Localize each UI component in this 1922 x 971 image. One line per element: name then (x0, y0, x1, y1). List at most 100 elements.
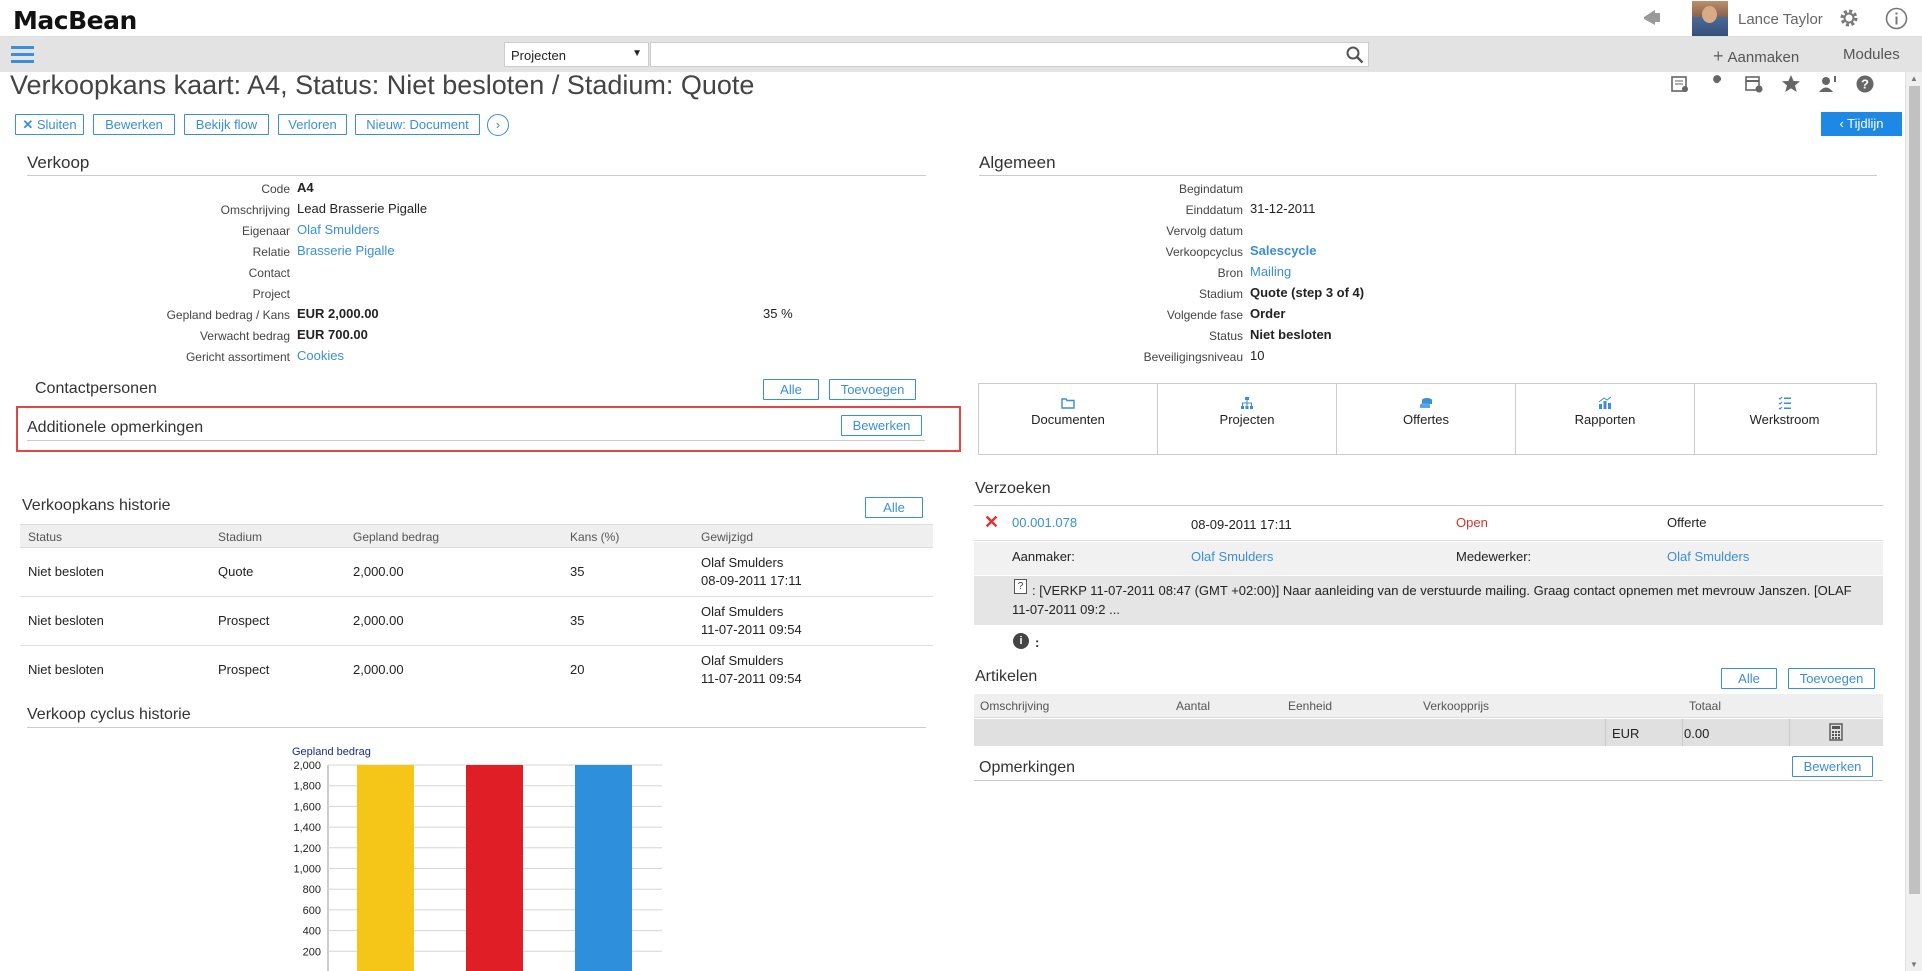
tile-documenten[interactable]: Documenten (979, 384, 1158, 454)
lost-button[interactable]: Verloren (278, 114, 347, 135)
coins-icon (1420, 398, 1432, 408)
contacts-all-button[interactable]: Alle (763, 379, 819, 400)
field-label: Eigenaar (241, 224, 290, 238)
scroll-down-arrow-icon[interactable]: ▼ (1910, 960, 1918, 969)
search-icon[interactable] (1346, 46, 1364, 64)
column-header: Gepland bedrag (353, 530, 440, 544)
chart-bar[interactable] (466, 765, 523, 971)
nav-bar: Projecten ▼ + Aanmaken Modules (0, 37, 1922, 72)
request-info-text: : (1035, 635, 1040, 650)
request-row: ✕ 00.001.078 08-09-2011 17:11 Open Offer… (974, 506, 1883, 541)
chart-y-tick-label: 1,600 (293, 801, 321, 813)
cell-chance: 35 (570, 564, 585, 579)
field-label: Gepland bedrag / Kans (166, 308, 290, 322)
tile-projecten[interactable]: Projecten (1158, 384, 1337, 454)
request-note-line2: 11-07-2011 09:2 ... (1012, 602, 1120, 617)
field-label: Omschrijving (220, 203, 290, 217)
tile-werkstroom[interactable]: Werkstroom (1695, 384, 1874, 454)
field-value-status: Niet besloten (1250, 327, 1332, 342)
more-actions-chevron-icon[interactable]: › (487, 114, 509, 136)
additional-remarks-edit-button[interactable]: Bewerken (841, 415, 922, 436)
cell-stadium: Quote (218, 564, 254, 579)
source-link[interactable]: Mailing (1250, 264, 1291, 279)
vertical-scrollbar[interactable]: ▲ ▼ (1905, 72, 1922, 971)
bar-chart-icon (1598, 396, 1612, 409)
field-value-end-date: 31-12-2011 (1250, 201, 1316, 216)
cell-amount: 2,000.00 (353, 564, 404, 579)
user-info-icon[interactable] (1818, 74, 1838, 94)
articles-all-button[interactable]: Alle (1721, 668, 1777, 689)
history-all-button[interactable]: Alle (865, 497, 923, 518)
calculator-icon[interactable] (1829, 723, 1843, 741)
plus-icon: + (1713, 46, 1724, 66)
wrench-icon[interactable] (1707, 74, 1727, 94)
relation-link[interactable]: Brasserie Pigalle (297, 243, 395, 258)
edit-button[interactable]: Bewerken (93, 114, 175, 135)
articles-add-button[interactable]: Toevoegen (1788, 668, 1875, 689)
divider (1789, 719, 1790, 746)
hamburger-menu-icon[interactable] (11, 46, 34, 64)
info-icon[interactable] (1885, 7, 1908, 30)
request-status: Open (1456, 515, 1488, 530)
timeline-button[interactable]: ‹ Tijdlijn (1821, 112, 1902, 136)
request-note-row: ? : [VERKP 11-07-2011 08:47 (GMT +02:00)… (974, 576, 1883, 625)
assortment-link[interactable]: Cookies (297, 348, 344, 363)
field-value-stage: Quote (step 3 of 4) (1250, 285, 1365, 300)
chart-bar[interactable] (575, 765, 632, 971)
section-title-contactpersonen: Contactpersonen (35, 380, 157, 397)
app-logo[interactable]: MacBean (13, 6, 137, 35)
create-button[interactable]: + Aanmaken (1713, 46, 1799, 67)
star-icon[interactable] (1781, 74, 1801, 94)
search-input[interactable] (650, 42, 1369, 67)
calendar-settings-icon[interactable] (1744, 74, 1764, 94)
modules-button[interactable]: Modules (1843, 46, 1900, 63)
tile-offertes[interactable]: Offertes (1337, 384, 1516, 454)
contacts-add-button[interactable]: Toevoegen (829, 379, 916, 400)
chart-y-tick-label: 1,800 (293, 781, 321, 793)
request-number-link[interactable]: 00.001.078 (1012, 515, 1077, 530)
worker-label: Medewerker: (1456, 549, 1532, 564)
field-label: Project (252, 287, 290, 301)
user-avatar[interactable] (1692, 1, 1728, 36)
scroll-up-arrow-icon[interactable]: ▲ (1910, 74, 1918, 83)
articles-total: 0.00 (1684, 726, 1710, 741)
report-icon[interactable] (1670, 74, 1690, 94)
scrollbar-thumb[interactable] (1909, 86, 1920, 894)
page-title: Verkoopkans kaart: A4, Status: Niet besl… (10, 70, 755, 100)
creator-label: Aanmaker: (1012, 549, 1075, 564)
help-icon[interactable]: ? (1855, 74, 1875, 94)
tile-label: Rapporten (1574, 412, 1636, 427)
remarks-edit-button[interactable]: Bewerken (1792, 756, 1873, 777)
new-document-button[interactable]: Nieuw: Document (355, 114, 480, 135)
creator-link[interactable]: Olaf Smulders (1191, 549, 1273, 564)
search-scope-value: Projecten (511, 48, 566, 63)
chart-bar[interactable] (357, 765, 414, 971)
search-scope-select[interactable]: Projecten ▼ (504, 42, 649, 67)
table-row: Niet besloten Quote 2,000.00 35 Olaf Smu… (20, 548, 933, 597)
sales-cycle-link[interactable]: Salescycle (1250, 243, 1317, 258)
section-title-history: Verkoopkans historie (22, 497, 171, 514)
cell-user-link[interactable]: Olaf Smulders (701, 653, 783, 668)
cell-user-link[interactable]: Olaf Smulders (701, 555, 783, 570)
view-flow-button[interactable]: Bekijk flow (184, 114, 269, 135)
tile-label: Offertes (1402, 412, 1449, 427)
request-people-row: Aanmaker: Olaf Smulders Medewerker: Olaf… (974, 542, 1883, 575)
delete-icon[interactable]: ✕ (984, 512, 999, 533)
cell-date: 11-07-2011 09:54 (701, 671, 802, 686)
close-button[interactable]: ✕ Sluiten (15, 114, 84, 135)
gear-icon[interactable] (1838, 7, 1860, 29)
related-tiles: Documenten Projecten Offertes Rapporten … (978, 383, 1877, 455)
user-name[interactable]: Lance Taylor (1738, 11, 1823, 28)
close-icon: ✕ (22, 117, 37, 132)
owner-link[interactable]: Olaf Smulders (297, 222, 379, 237)
tile-label: Projecten (1219, 412, 1275, 427)
divider (974, 780, 1883, 781)
tile-rapporten[interactable]: Rapporten (1516, 384, 1695, 454)
worker-link[interactable]: Olaf Smulders (1667, 549, 1749, 564)
notification-bell-icon[interactable] (1641, 8, 1663, 28)
chart-y-tick-label: 1,000 (293, 864, 321, 876)
note-icon: ? (1014, 579, 1027, 594)
cell-user-link[interactable]: Olaf Smulders (701, 604, 783, 619)
cell-amount: 2,000.00 (353, 662, 404, 677)
articles-table-header: Omschrijving Aantal Eenheid Verkoopprijs… (974, 694, 1883, 718)
